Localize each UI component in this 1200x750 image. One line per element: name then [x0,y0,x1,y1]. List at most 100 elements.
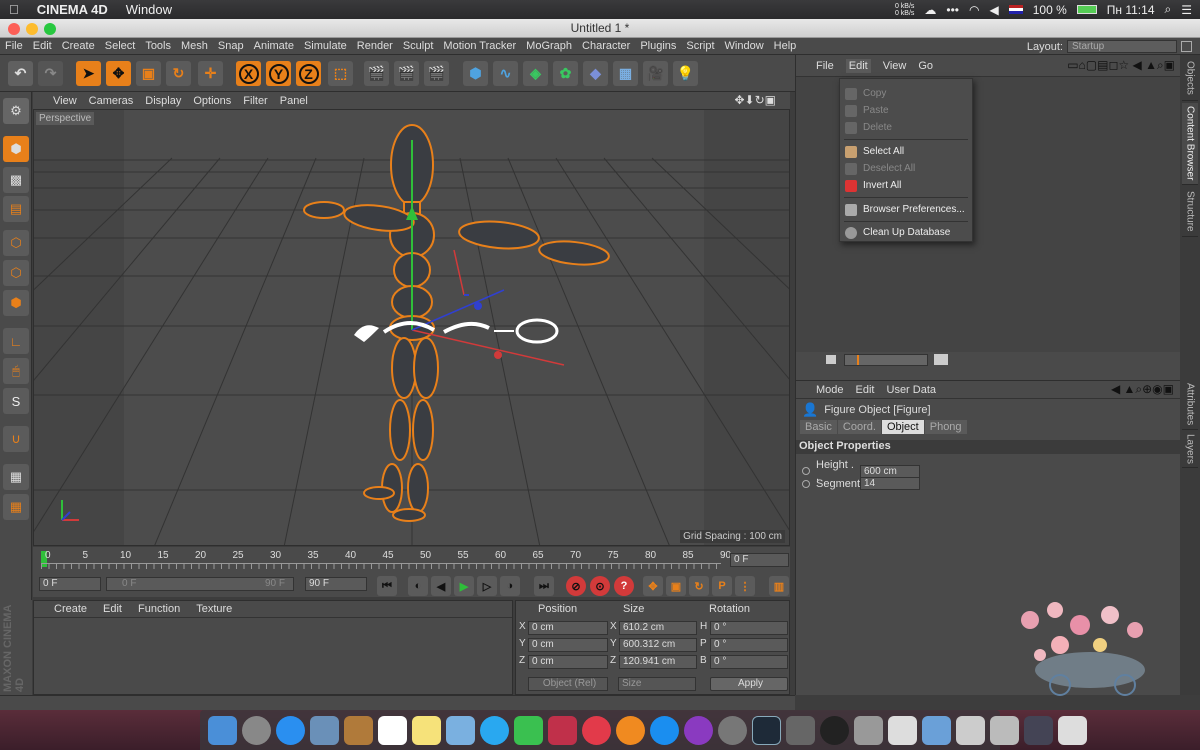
camera-icon[interactable]: 🎥 [643,61,668,86]
restore-icon[interactable] [1181,41,1192,52]
cb-toolbar-icons[interactable]: ▭⌂▢▤◻☆ ◀ ▲⌕▣ [1067,58,1175,73]
viewport-menu-cameras[interactable]: Cameras [89,95,134,107]
lock-workplane-icon[interactable]: ▦ [3,464,29,490]
subdivision-icon[interactable]: ◈ [523,61,548,86]
viewport-menu-panel[interactable]: Panel [280,95,308,107]
wifi-icon[interactable]: ◠ [969,3,979,17]
menu-item-paste[interactable]: Paste [840,102,972,119]
close-button[interactable] [8,23,20,35]
size-field[interactable]: 120.941 cm [619,655,697,669]
segments-field[interactable]: 14 [860,477,920,490]
floor-icon[interactable]: ▦ [613,61,638,86]
folder-icon[interactable] [922,715,951,745]
flag-icon[interactable] [1008,5,1023,14]
display-icon[interactable] [1024,715,1053,745]
minimize-button[interactable] [26,23,38,35]
next-key-icon[interactable]: ◑ [500,576,520,596]
render-view-icon[interactable]: 🎬 [364,61,389,86]
menu-plugins[interactable]: Plugins [635,40,681,52]
spotlight-icon[interactable]: ⌕ [1165,2,1172,17]
menu-create[interactable]: Create [57,40,100,52]
attr-toolbar-icons[interactable]: ◀ ▲⌕⊕◉▣ [1111,382,1174,397]
menu-item-browser-preferences[interactable]: Browser Preferences... [840,201,972,218]
volume-icon[interactable]: ◀ [990,3,999,17]
point-level-icon[interactable]: ⋮ [735,576,755,596]
apple-icon[interactable]:  [0,2,28,17]
viewport-menu-filter[interactable]: Filter [243,95,267,107]
preview-size-slider[interactable] [844,354,928,366]
record-keys-icon[interactable]: ⊘ [566,576,586,596]
utility-icon[interactable] [786,715,815,745]
system-preferences-icon[interactable] [718,715,747,745]
menu-mograph[interactable]: MoGraph [521,40,577,52]
material-menu-texture[interactable]: Texture [196,603,232,617]
cb-menu-edit[interactable]: Edit [845,58,871,73]
menu-character[interactable]: Character [577,40,635,52]
support-icon[interactable] [684,715,713,745]
coordinate-mode-select[interactable]: Object (Rel) [528,677,608,691]
photo-booth-icon[interactable] [446,715,475,745]
large-preview-icon[interactable] [934,354,948,365]
position-field[interactable]: 0 cm [528,655,608,669]
rotate-icon[interactable]: ↻ [166,61,191,86]
viewport-menu-display[interactable]: Display [145,95,181,107]
menu-file[interactable]: File [0,40,28,52]
render-settings-icon[interactable]: 🎬 [424,61,449,86]
scale-icon[interactable]: ▣ [136,61,161,86]
facetime-icon[interactable] [514,715,543,745]
menu-motion-tracker[interactable]: Motion Tracker [438,40,521,52]
menu-item-delete[interactable]: Delete [840,119,972,136]
cb-menu-view[interactable]: View [883,60,907,72]
spline-icon[interactable]: ∿ [493,61,518,86]
frame-range-slider[interactable]: 0 F 90 F [106,577,294,591]
menu-snap[interactable]: Snap [213,40,249,52]
magnet-icon[interactable]: ∪ [3,426,29,452]
scripts-icon[interactable] [854,715,883,745]
small-preview-icon[interactable] [826,355,836,364]
menu-mesh[interactable]: Mesh [176,40,213,52]
lightroom-icon[interactable] [752,715,781,745]
ibooks-icon[interactable] [616,715,645,745]
cloud-icon[interactable]: ☁ [924,3,936,17]
menu-animate[interactable]: Animate [249,40,299,52]
battery-icon[interactable] [1076,5,1097,14]
next-frame-icon[interactable]: ▷ [477,576,497,596]
menu-render[interactable]: Render [352,40,398,52]
cube-icon[interactable]: ⬢ [463,61,488,86]
menu-tools[interactable]: Tools [140,40,176,52]
start-frame-field[interactable]: 0 F [39,577,101,591]
size-field[interactable]: 610.2 cm [619,621,697,635]
menu-item-invert-all[interactable]: Invert All [840,177,972,194]
planar-workplane-icon[interactable]: ▦ [3,494,29,520]
live-select-icon[interactable]: ➤ [76,61,101,86]
previous-frame-icon[interactable]: ◀ [431,576,451,596]
parameter-key-icon[interactable]: P [712,576,732,596]
go-to-start-icon[interactable]: ⏮ [377,576,397,596]
menu-simulate[interactable]: Simulate [299,40,352,52]
app-store-icon[interactable] [650,715,679,745]
rotation-field[interactable]: 0 ° [710,621,788,635]
zoom-button[interactable] [44,23,56,35]
apply-button[interactable]: Apply [710,677,788,691]
make-editable-icon[interactable]: ⚙ [3,98,29,124]
height-anim-icon[interactable] [802,467,810,475]
height-field[interactable]: 600 cm [860,464,920,478]
redo-icon[interactable]: ↷ [38,61,63,86]
position-field[interactable]: 0 cm [528,638,608,652]
autokey-icon[interactable]: ⊙ [590,576,610,596]
last-tool-icon[interactable]: ✛ [198,61,223,86]
contacts-icon[interactable] [344,715,373,745]
size-field[interactable]: 600.312 cm [619,638,697,652]
rotation-field[interactable]: 0 ° [710,655,788,669]
size-mode-select[interactable]: Size [618,677,696,691]
tab-basic[interactable]: Basic [800,420,837,434]
play-icon[interactable]: ▶ [454,576,474,596]
workplane-icon[interactable]: ▤ [3,196,29,222]
menu-sculpt[interactable]: Sculpt [398,40,439,52]
itunes-icon[interactable] [582,715,611,745]
safari-icon[interactable] [276,715,305,745]
notification-icon[interactable]: ☰ [1181,3,1192,17]
model-mode-icon[interactable]: ⬢ [3,136,29,162]
perspective-viewport[interactable]: Perspective Grid Spacing : 100 cm [33,109,790,546]
tab-objects[interactable]: Objects [1182,55,1198,101]
